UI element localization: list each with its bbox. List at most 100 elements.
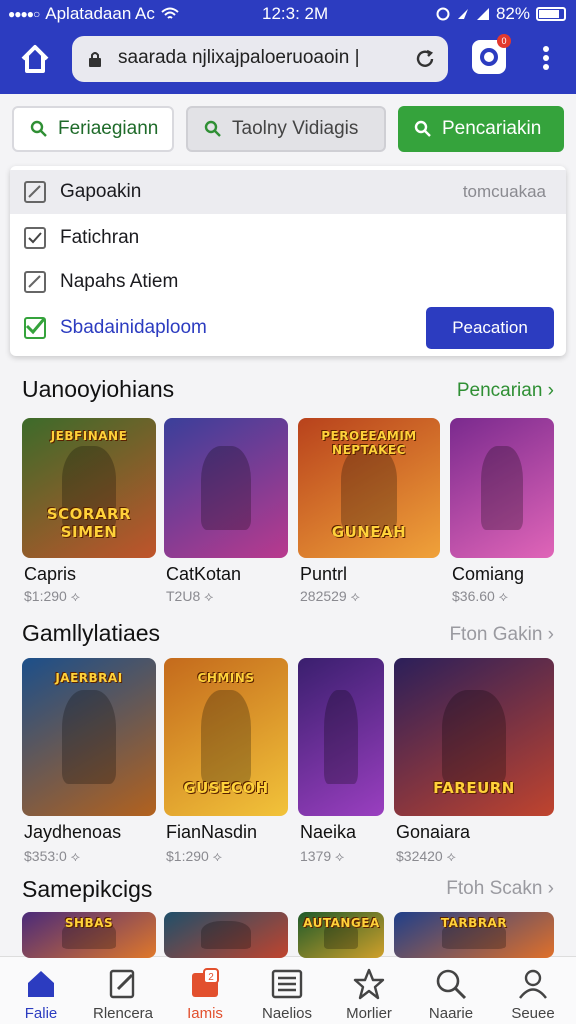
game-price-value: $36.60 — [452, 588, 495, 604]
game-character — [442, 689, 506, 785]
list-icon — [271, 969, 303, 999]
game-thumbnail[interactable]: AUTANGEA — [298, 912, 384, 958]
nav-label: Iamis — [187, 1005, 223, 1022]
nav-item-edit[interactable]: Rlencera — [82, 957, 164, 1024]
game-card[interactable]: SHBAS — [22, 912, 156, 958]
game-title: CatKotan — [166, 564, 242, 584]
chevron-right-icon: › — [547, 380, 554, 401]
section-see-more-link[interactable]: Fton Gakin › — [449, 624, 554, 646]
game-card[interactable]: TARBRAR — [394, 912, 554, 958]
game-thumbnail[interactable] — [298, 658, 384, 816]
nav-label: Rlencera — [92, 1005, 154, 1022]
nav-item-search[interactable]: Naarie — [410, 957, 492, 1024]
game-thumbnail[interactable] — [164, 418, 288, 558]
game-thumbnail[interactable] — [450, 418, 554, 558]
section-title: Gamllylatiaes — [22, 620, 161, 646]
section-title: Uanooyiohians — [22, 376, 175, 402]
url-text: saarada njlixajpaloeruoaoin | — [118, 47, 360, 68]
section-see-more-link[interactable]: Pencarian › — [457, 380, 554, 402]
game-character — [340, 446, 398, 530]
game-card[interactable]: CatKotan T2U8 ⟡ — [164, 418, 288, 608]
game-thumbnail[interactable]: SHBAS — [22, 912, 156, 958]
section-title: Samepikcigs — [22, 876, 153, 902]
url-bar[interactable]: saarada njlixajpaloeruoaoin | — [72, 36, 448, 82]
nav-label: Naarie — [428, 1005, 474, 1022]
checkbox[interactable] — [24, 271, 46, 293]
game-card[interactable] — [164, 912, 288, 958]
suggestion-label: Napahs Atiem — [60, 271, 179, 292]
home-icon[interactable] — [18, 42, 52, 76]
game-card[interactable]: Naeika 1379 ⟡ — [298, 658, 384, 868]
game-price-value: 282529 — [300, 588, 347, 604]
games-icon: 2 — [192, 968, 219, 997]
nav-item-favorites[interactable]: Morlier — [328, 957, 410, 1024]
suggestion-row[interactable]: Sbadainidaploom Peacation — [10, 306, 566, 350]
game-thumbnail[interactable]: JEBFINANE SCORARR SIMEN — [22, 418, 156, 558]
home-icon — [28, 971, 54, 997]
suggestion-panel: Gapoakin tomcuakaa Fatichran Napahs Atie… — [10, 166, 566, 356]
game-price: T2U8 ⟡ — [166, 588, 213, 605]
nav-label: Morlier — [346, 1005, 392, 1022]
game-thumbnail[interactable]: JAERBRAI — [22, 658, 156, 816]
nav-item-profile[interactable]: Seuee — [492, 957, 574, 1024]
game-price-value: 1379 — [300, 848, 332, 864]
battery-percent: 82% — [495, 4, 530, 23]
game-price-value: T2U8 — [166, 588, 201, 604]
game-card[interactable]: Comiang $36.60 ⟡ — [450, 418, 554, 608]
nav-item-home[interactable]: Falie — [0, 957, 82, 1024]
game-logo-top: SHBAS — [64, 915, 114, 930]
signal-strength-icon — [476, 8, 489, 20]
game-thumbnail[interactable]: FAREURN — [394, 658, 554, 816]
search-chip-1[interactable]: Feriaegiann — [12, 106, 174, 152]
game-thumbnail[interactable]: PEROEEAMIM NEPTAKEC GUNEAH — [298, 418, 440, 558]
checkbox[interactable] — [24, 227, 46, 249]
checkbox-checked[interactable] — [24, 317, 46, 339]
diamond-icon: ⟡ — [208, 848, 222, 864]
edit-icon — [109, 969, 135, 999]
section-see-more-link[interactable]: Ftoh Scakn › — [446, 878, 554, 900]
suggestion-row[interactable]: Gapoakin tomcuakaa — [10, 170, 566, 214]
section-link-label: Pencarian — [456, 380, 543, 401]
more-menu-icon[interactable] — [536, 44, 556, 74]
game-card[interactable]: CHMINS GUSECOH FianNasdin $1:290 ⟡ — [164, 658, 288, 868]
checkbox[interactable] — [24, 181, 46, 203]
game-thumbnail[interactable]: CHMINS GUSECOH — [164, 658, 288, 816]
search-icon — [436, 969, 467, 1000]
status-bar: ●●●●○ Aplatadaan Ac 12:3: 2M 82% — [0, 0, 576, 28]
game-price: $1:290 ⟡ — [166, 848, 222, 865]
tabs-button[interactable]: 0 — [472, 34, 511, 74]
game-thumbnail[interactable] — [164, 912, 288, 958]
tabs-badge: 0 — [497, 34, 511, 48]
nav-item-games[interactable]: 2 Iamis — [164, 957, 246, 1024]
game-card[interactable]: PEROEEAMIM NEPTAKEC GUNEAH Puntrl 282529 ⟡ — [298, 418, 440, 608]
game-price-value: $353:0 — [24, 848, 67, 864]
suggestion-row[interactable]: Napahs Atiem — [10, 260, 566, 304]
game-logo-top: TARBRAR — [440, 915, 508, 930]
panel-action-button[interactable]: Peacation — [426, 307, 554, 349]
nav-label: Falie — [24, 1005, 58, 1022]
game-card[interactable]: FAREURN Gonaiara $32420 ⟡ — [394, 658, 554, 868]
alarm-icon — [436, 7, 450, 21]
search-icon — [30, 120, 47, 137]
game-price: 282529 ⟡ — [300, 588, 360, 605]
browser-toolbar: ●●●●○ Aplatadaan Ac 12:3: 2M 82% saarada… — [0, 0, 576, 94]
game-card[interactable]: JAERBRAI Jaydhenoas $353:0 ⟡ — [22, 658, 156, 868]
game-card[interactable]: AUTANGEA — [298, 912, 384, 958]
search-chip-3[interactable]: Pencariakin — [398, 106, 564, 152]
game-price: $36.60 ⟡ — [452, 588, 508, 605]
game-price-value: $1:290 — [166, 848, 209, 864]
search-chip-2[interactable]: Taolny Vidiagis — [186, 106, 386, 152]
nav-label: Seuee — [511, 1005, 555, 1022]
suggestion-hint: tomcuakaa — [462, 182, 546, 201]
game-thumbnail[interactable]: TARBRAR — [394, 912, 554, 958]
nav-item-list[interactable]: Naelios — [246, 957, 328, 1024]
reload-icon[interactable] — [414, 48, 436, 70]
game-logo: GUNEAH — [331, 523, 407, 542]
game-character — [201, 921, 251, 949]
game-logo-top: JAERBRAI — [55, 670, 123, 685]
game-price: $32420 ⟡ — [396, 848, 456, 865]
game-card[interactable]: JEBFINANE SCORARR SIMEN Capris $1:290 ⟡ — [22, 418, 156, 608]
section-link-label: Fton Gakin — [449, 624, 543, 645]
diamond-icon: ⟡ — [200, 588, 214, 604]
suggestion-row[interactable]: Fatichran — [10, 216, 566, 260]
